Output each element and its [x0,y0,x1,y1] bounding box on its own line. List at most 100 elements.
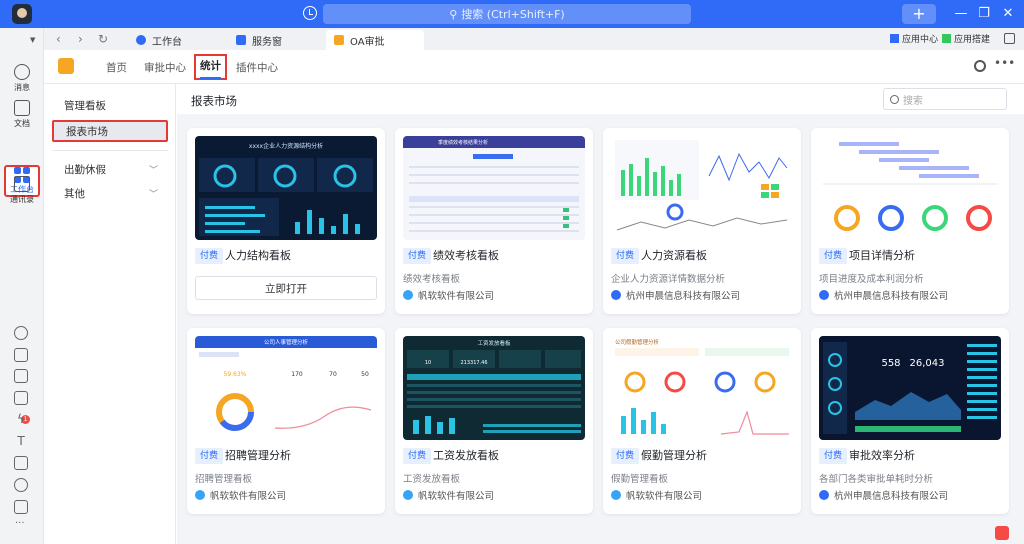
report-market-panel: 报表市场 搜索 xxxx企业人力资源结构分析 付费 人力结构看板 立即打开 季度… [177,84,1024,544]
card-thumbnail [611,136,793,240]
vendor-name: 杭州申晨信息科技有限公司 [834,291,949,302]
box-icon[interactable] [14,500,28,514]
vendor-logo-icon [195,490,205,500]
card-description: 企业人力资源详情数据分析 [611,274,726,285]
gear-icon[interactable] [974,60,986,72]
tab-service[interactable]: 服务窗 [228,30,290,50]
title-bar: ⚲ 搜索 (Ctrl+Shift+F) + — ❐ ✕ [0,0,1024,28]
card-title: 招聘管理分析 [225,449,291,462]
open-now-button[interactable]: 立即打开 [195,276,377,300]
report-card-recruitment[interactable]: 公司人事管理分析 59.63% 170 70 50 付费 招聘管理分析 招聘管理… [187,328,385,514]
flash-icon[interactable]: ϟ [14,412,28,426]
thumb-title: 工资发放看板 [477,339,511,347]
thumb-value-b: 26,043 [910,358,945,369]
app-build-label: 应用搭建 [954,35,991,45]
sidebar-item-report-market[interactable]: 报表市场 [52,120,168,142]
report-card-performance[interactable]: 季度绩效考核结果分析 付费 绩效考核看板 绩效考核看板 帆软软件有限公司 [395,128,593,314]
vendor-logo-icon [819,490,829,500]
card-description: 工资发放看板 [403,474,461,485]
card-thumbnail: xxxx企业人力资源结构分析 [195,136,377,240]
calendar-icon[interactable] [14,369,28,383]
forward-arrow-icon[interactable]: › [78,32,83,46]
chevron-down-icon: ﹀ [148,165,158,176]
tab-oa-label: OA审批 [350,36,385,48]
mail-icon[interactable] [14,456,28,470]
global-search-placeholder: 搜索 (Ctrl+Shift+F) [461,8,565,21]
back-arrow-icon[interactable]: ‹ [56,32,61,46]
attendance-preview: 公司假勤管理分析 [615,338,789,435]
vendor-name: 帆软软件有限公司 [626,491,703,502]
assistant-icon[interactable] [995,526,1009,540]
approval-efficiency-preview: 558 26,043 [823,342,997,434]
card-vendor: 帆软软件有限公司 [403,288,494,302]
report-search-input[interactable]: 搜索 [883,88,1007,110]
sidebar-group-other-label: 其他 [64,187,85,200]
vendor-name: 帆软软件有限公司 [210,491,287,502]
restore-button[interactable]: ❐ [975,5,993,23]
tab-oa[interactable]: OA审批 [326,30,424,50]
card-vendor: 杭州申晨信息科技有限公司 [819,288,948,302]
nav-approval-center[interactable]: 审批中心 [144,60,186,75]
app-build-link[interactable]: 应用搭建 [942,32,990,45]
report-card-attendance[interactable]: 公司假勤管理分析 付费 假勤管理分析 假勤管理看板 帆软软件有限公司 [603,328,801,514]
thumb-value-a: 558 [881,358,900,369]
hr-resources-preview [615,140,788,231]
report-card-project[interactable]: 付费 项目详情分析 项目进度及成本利润分析 杭州申晨信息科技有限公司 [811,128,1009,314]
left-nav-bar: ▼ 消息 文档 工作台 通讯录 1 ϟ T ··· [0,28,44,544]
user-avatar[interactable] [12,4,32,24]
sidebar-divider [52,150,168,151]
window-switch-icon[interactable] [1004,33,1015,44]
vendor-logo-icon [819,290,829,300]
thumb-title: xxxx企业人力资源结构分析 [249,142,323,150]
card-description: 绩效考核看板 [403,274,461,285]
card-thumbnail [819,136,1001,240]
more-apps-icon[interactable]: ··· [15,518,25,529]
paid-tag: 付费 [195,448,224,464]
global-search-input[interactable]: ⚲ 搜索 (Ctrl+Shift+F) [323,4,691,24]
nav-messages[interactable]: 消息 [4,64,40,93]
thumb-percent: 59.63% [224,371,247,378]
refresh-icon[interactable]: ↻ [98,32,108,46]
sidebar-group-other[interactable]: 其他 ﹀ [52,182,168,204]
more-icon[interactable]: ••• [994,56,1015,70]
history-icon[interactable] [303,6,317,20]
approval-icon[interactable] [14,391,28,405]
payroll-preview: 工资发放看板 10 213317.46 [407,339,581,434]
chevron-down-icon: ﹀ [148,189,158,200]
statistics-sidebar: 管理看板 报表市场 出勤休假 ﹀ 其他 ﹀ [44,84,176,544]
tab-workbench[interactable]: 工作台 [128,30,190,50]
nav-statistics[interactable]: 统计 [194,54,227,80]
nav-plugin-center[interactable]: 插件中心 [236,60,278,75]
report-card-hr-resources[interactable]: 付费 人力资源看板 企业人力资源详情数据分析 杭州申晨信息科技有限公司 [603,128,801,314]
share-icon[interactable] [14,326,28,340]
card-thumbnail: 季度绩效考核结果分析 [403,136,585,240]
sidebar-item-dashboard[interactable]: 管理看板 [52,94,168,116]
report-card-approval-efficiency[interactable]: 558 26,043 付费 审批效率分析 各部门各类审批单耗时分析 杭州申晨信息… [811,328,1009,514]
cloud-icon[interactable] [14,348,28,362]
paid-tag: 付费 [403,248,432,264]
app-center-link[interactable]: 应用中心 [890,32,938,45]
nav-home[interactable]: 首页 [106,60,127,75]
thumb-value-b: 213317.46 [460,360,487,366]
paid-tag: 付费 [195,248,224,264]
nav-messages-label: 消息 [14,83,30,92]
nav-docs[interactable]: 文档 [4,100,40,129]
card-vendor: 杭州申晨信息科技有限公司 [611,288,740,302]
search-icon: ⚲ [449,7,458,21]
tab-bar: ‹ › ↻ 工作台 服务窗 OA审批 应用中心 应用搭建 [44,28,1024,50]
nav-contacts[interactable]: 通讯录 [4,176,40,205]
meeting-icon[interactable] [14,478,28,492]
report-card-payroll[interactable]: 工资发放看板 10 213317.46 付费 工资发放看板 工资发放看板 帆软软… [395,328,593,514]
card-title: 审批效率分析 [849,449,915,462]
minimize-button[interactable]: — [952,5,970,23]
close-button[interactable]: ✕ [999,5,1017,23]
page-title: 报表市场 [191,94,237,108]
create-button[interactable]: + [902,4,936,24]
oa-app-logo [58,58,74,74]
dropdown-icon[interactable]: ▼ [30,36,35,44]
service-tab-icon [236,35,246,45]
sidebar-group-attendance[interactable]: 出勤休假 ﹀ [52,158,168,180]
thumb-value-c: 50 [361,371,369,378]
tools-icon[interactable]: T [14,434,28,448]
report-card-hr-structure[interactable]: xxxx企业人力资源结构分析 付费 人力结构看板 立即打开 [187,128,385,314]
